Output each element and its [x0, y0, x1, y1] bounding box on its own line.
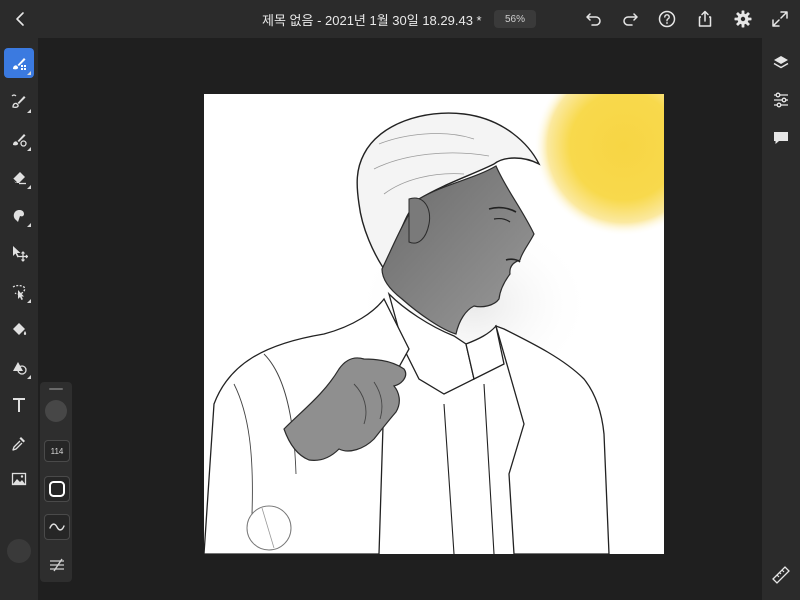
ruler-icon[interactable]	[771, 565, 791, 585]
submenu-indicator	[27, 223, 31, 227]
submenu-indicator	[27, 71, 31, 75]
brush-tip-button[interactable]	[44, 476, 70, 502]
transform-tool[interactable]	[4, 238, 34, 268]
vector-brush-icon	[13, 134, 27, 147]
eraser-tool[interactable]	[4, 162, 34, 192]
layers-icon[interactable]	[771, 53, 791, 73]
image-icon	[11, 472, 27, 486]
properties-icon[interactable]	[771, 90, 791, 110]
brush-settings-button[interactable]	[44, 552, 70, 578]
fill-tool[interactable]	[4, 314, 34, 344]
brush-preview-dot	[45, 400, 67, 422]
fullscreen-icon[interactable]	[770, 9, 790, 29]
eraser-icon	[12, 172, 26, 185]
comment-icon[interactable]	[771, 128, 791, 148]
right-toolbar	[762, 38, 800, 600]
pixel-brush-tool[interactable]	[4, 48, 34, 78]
submenu-indicator	[27, 109, 31, 113]
stroke-smoothing-button[interactable]	[44, 514, 70, 540]
selection-icon	[12, 284, 26, 300]
brush-settings-icon	[50, 558, 64, 572]
eyedropper-icon	[12, 437, 25, 451]
live-brush-tool[interactable]	[4, 86, 34, 116]
panel-drag-handle[interactable]	[49, 388, 63, 390]
smudge-tool[interactable]	[4, 200, 34, 230]
chevron-left-icon[interactable]	[10, 8, 32, 30]
document-title-button[interactable]: 제목 없음 - 2021년 1월 30일 18.29.43 *	[262, 0, 508, 38]
wave-icon	[49, 523, 65, 531]
artwork-canvas[interactable]	[204, 94, 664, 554]
image-tool[interactable]	[4, 464, 34, 494]
smudge-icon	[13, 210, 24, 222]
submenu-indicator	[27, 185, 31, 189]
vector-brush-tool[interactable]	[4, 124, 34, 154]
brush-size-field[interactable]: 114	[44, 440, 70, 462]
selection-tool[interactable]	[4, 276, 34, 306]
submenu-indicator	[27, 147, 31, 151]
submenu-indicator	[27, 375, 31, 379]
live-brush-icon	[11, 94, 26, 108]
artwork-illustration	[204, 94, 664, 554]
brush-tip-icon	[49, 481, 65, 497]
shape-tool[interactable]	[4, 352, 34, 382]
submenu-indicator	[27, 299, 31, 303]
gear-icon[interactable]	[733, 9, 753, 29]
text-tool[interactable]	[4, 390, 34, 420]
fill-icon	[13, 323, 27, 335]
help-icon[interactable]	[657, 9, 677, 29]
transform-icon	[13, 246, 28, 262]
document-title: 제목 없음 - 2021년 1월 30일 18.29.43 *	[262, 12, 482, 28]
pixel-brush-icon	[13, 58, 26, 70]
shape-icon	[13, 362, 27, 375]
brush-settings-panel: 114	[40, 382, 72, 582]
eyedropper-tool[interactable]	[4, 428, 34, 458]
zoom-level-button[interactable]: 56%	[494, 10, 536, 28]
text-icon	[13, 398, 25, 412]
redo-icon[interactable]	[620, 9, 640, 29]
top-bar: 제목 없음 - 2021년 1월 30일 18.29.43 * 56%	[0, 0, 800, 38]
sun-shape	[534, 94, 664, 236]
undo-icon[interactable]	[584, 9, 604, 29]
share-icon[interactable]	[695, 9, 715, 29]
left-toolbar	[0, 38, 38, 600]
current-color-swatch[interactable]	[7, 539, 31, 563]
